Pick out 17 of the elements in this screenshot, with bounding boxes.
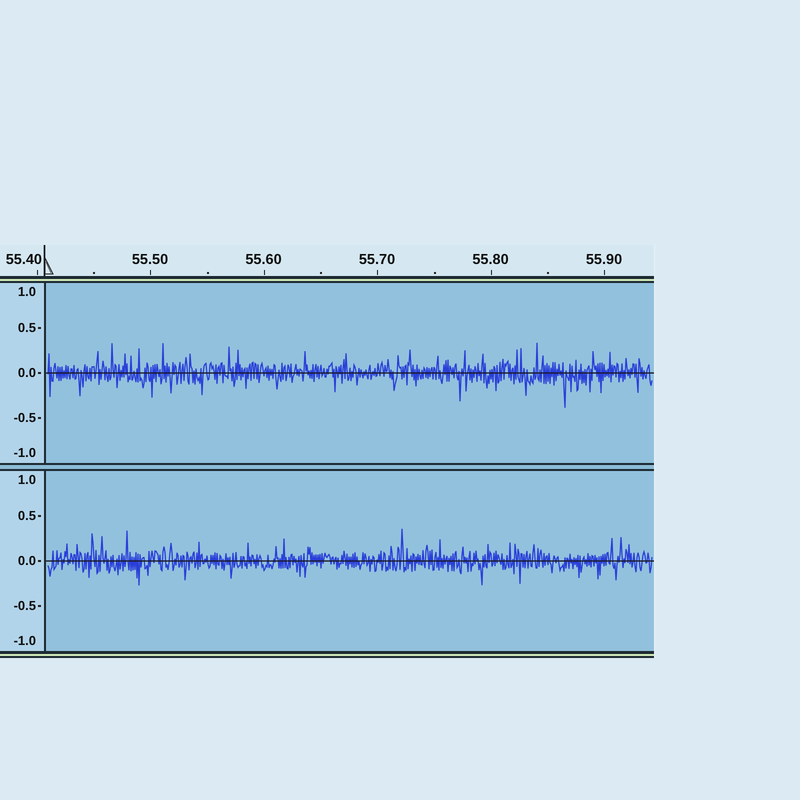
cursor-marker-icon bbox=[43, 245, 54, 276]
amplitude-label: 0.0 bbox=[18, 554, 36, 568]
time-label: 55.50 bbox=[132, 252, 168, 268]
time-label: 55.70 bbox=[358, 252, 396, 268]
time-label: 55.80 bbox=[472, 252, 509, 268]
time-label: 55.40 bbox=[6, 252, 42, 268]
amplitude-label: 0.0 bbox=[18, 366, 36, 380]
time-label: 55.90 bbox=[586, 252, 622, 268]
amplitude-label: 1.0 bbox=[18, 285, 36, 299]
amplitude-label: -1.0 bbox=[14, 634, 36, 648]
amplitude-label: -0.5 bbox=[14, 599, 36, 613]
amplitude-label: 1.0 bbox=[18, 473, 36, 487]
time-label: 55.60 bbox=[245, 252, 282, 268]
amplitude-label: -0.5 bbox=[14, 411, 36, 425]
amplitude-label: 0.5 bbox=[18, 509, 36, 523]
amplitude-label: 0.5 bbox=[18, 321, 36, 335]
amplitude-label: -1.0 bbox=[14, 446, 36, 460]
